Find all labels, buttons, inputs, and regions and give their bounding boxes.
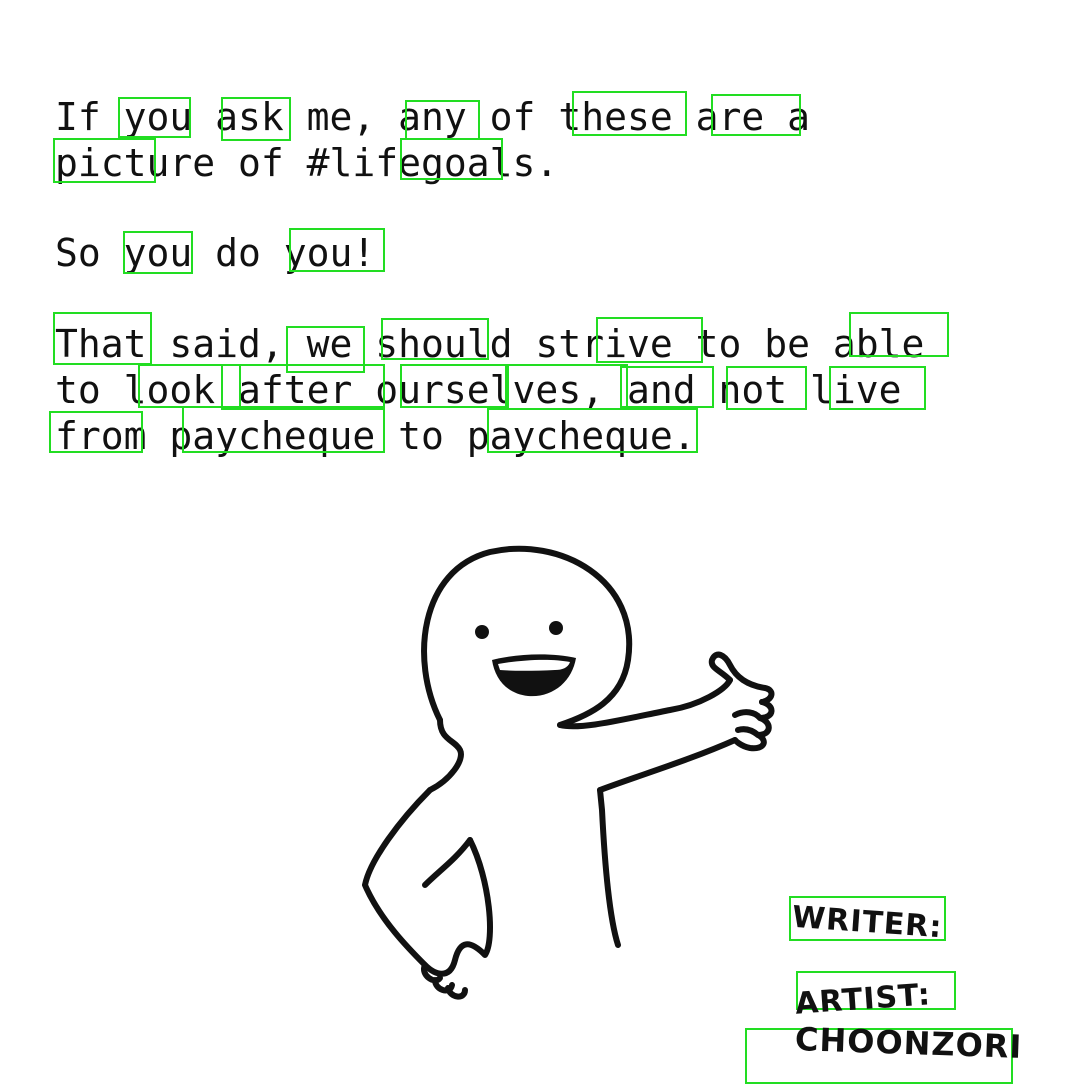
- paragraph-you-do-you: So you do you!: [55, 231, 376, 275]
- head-outline: [421, 545, 633, 728]
- fist-line: [732, 709, 763, 738]
- left-arm-inner: [422, 837, 473, 888]
- torso-right: [597, 787, 621, 948]
- artist-label: ARTIST:: [793, 977, 933, 1022]
- left-eye: [475, 625, 489, 639]
- fist: [732, 699, 775, 752]
- body-right: [557, 677, 733, 730]
- arm-lower: [597, 737, 738, 793]
- paragraph-paycheque: That said, we should strive to be able t…: [55, 322, 925, 458]
- thumb: [708, 651, 775, 705]
- artist-name: CHOONZORI: [794, 1020, 1024, 1066]
- neck-left: [427, 717, 464, 793]
- paragraph-lifegoals: If you ask me, any of these are a pictur…: [55, 95, 810, 185]
- writer-label: WRITER:: [790, 899, 944, 946]
- right-eye: [549, 621, 563, 635]
- thumbs-up-figure-icon: [362, 545, 775, 1000]
